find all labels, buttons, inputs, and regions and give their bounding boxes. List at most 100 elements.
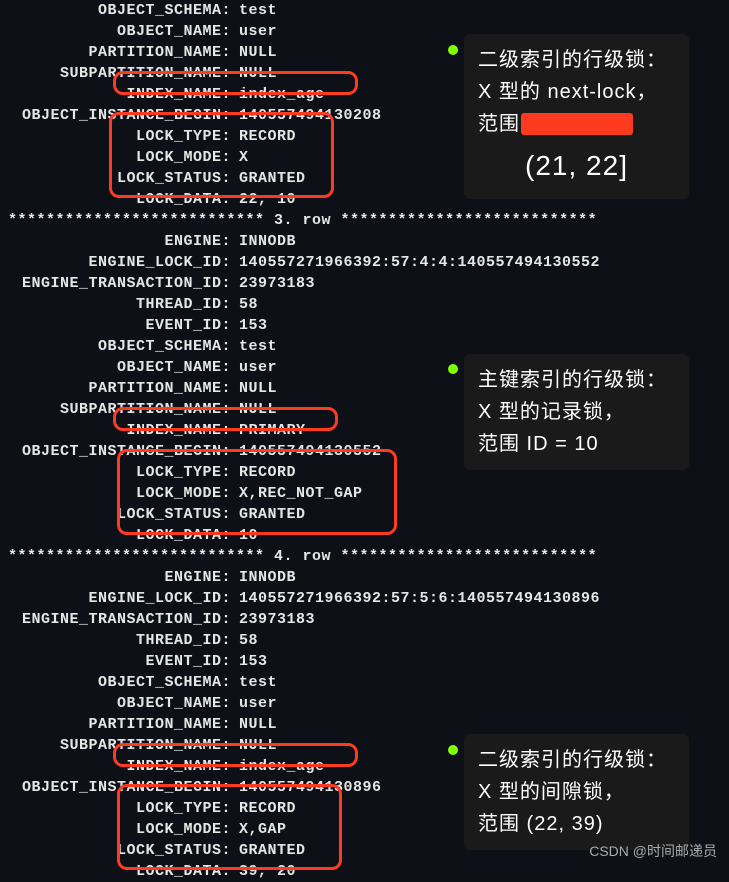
label: LOCK_STATUS: xyxy=(0,504,235,525)
value: X,GAP xyxy=(235,819,287,840)
label: OBJECT_SCHEMA: xyxy=(0,0,235,21)
label: INDEX_NAME: xyxy=(0,84,235,105)
redaction-block-icon xyxy=(521,113,633,135)
row-thread-id: THREAD_ID:58 xyxy=(0,294,729,315)
label: INDEX_NAME: xyxy=(0,420,235,441)
label: OBJECT_INSTANCE_BEGIN: xyxy=(0,441,235,462)
label: ENGINE_LOCK_ID: xyxy=(0,588,235,609)
value: 23973183 xyxy=(235,273,315,294)
row-event-id: EVENT_ID:153 xyxy=(0,651,729,672)
value: 39, 20 xyxy=(235,861,296,882)
label: OBJECT_NAME: xyxy=(0,693,235,714)
value: NULL xyxy=(235,63,277,84)
label: ENGINE_TRANSACTION_ID: xyxy=(0,273,235,294)
label: LOCK_TYPE: xyxy=(0,798,235,819)
value: 140557494130208 xyxy=(235,105,382,126)
value: 140557271966392:57:5:6:140557494130896 xyxy=(235,588,600,609)
note-line: 范围 (22, 39) xyxy=(478,808,675,840)
value: test xyxy=(235,672,277,693)
value: NULL xyxy=(235,714,277,735)
watermark: CSDN @时间邮递员 xyxy=(589,841,717,861)
label: PARTITION_NAME: xyxy=(0,714,235,735)
bullet-dot-icon xyxy=(448,364,458,374)
label: LOCK_MODE: xyxy=(0,483,235,504)
value: PRIMARY xyxy=(235,420,306,441)
value: INNODB xyxy=(235,231,296,252)
label: ENGINE_TRANSACTION_ID: xyxy=(0,609,235,630)
value: GRANTED xyxy=(235,504,306,525)
note-line: X 型的 next-lock， xyxy=(478,76,675,108)
row-object-schema: OBJECT_SCHEMA:test xyxy=(0,0,729,21)
row-lock-status: LOCK_STATUS:GRANTED xyxy=(0,504,729,525)
value: 153 xyxy=(235,651,268,672)
value: X xyxy=(235,147,249,168)
value: RECORD xyxy=(235,126,296,147)
label: LOCK_DATA: xyxy=(0,189,235,210)
label: ENGINE_LOCK_ID: xyxy=(0,252,235,273)
value: index_age xyxy=(235,84,325,105)
label: LOCK_STATUS: xyxy=(0,168,235,189)
label: LOCK_MODE: xyxy=(0,819,235,840)
value: test xyxy=(235,336,277,357)
label: LOCK_TYPE: xyxy=(0,126,235,147)
label: PARTITION_NAME: xyxy=(0,42,235,63)
value: 140557494130896 xyxy=(235,777,382,798)
value: test xyxy=(235,0,277,21)
row-partition-name: PARTITION_NAME:NULL xyxy=(0,714,729,735)
label: SUBPARTITION_NAME: xyxy=(0,735,235,756)
label: OBJECT_SCHEMA: xyxy=(0,672,235,693)
value: RECORD xyxy=(235,462,296,483)
label: LOCK_DATA: xyxy=(0,861,235,882)
row-lock-data: LOCK_DATA:39, 20 xyxy=(0,861,729,882)
value: 23973183 xyxy=(235,609,315,630)
value: X,REC_NOT_GAP xyxy=(235,483,363,504)
bullet-dot-icon xyxy=(448,745,458,755)
label: THREAD_ID: xyxy=(0,630,235,651)
value: GRANTED xyxy=(235,168,306,189)
label: EVENT_ID: xyxy=(0,315,235,336)
value: user xyxy=(235,21,277,42)
value: INNODB xyxy=(235,567,296,588)
label: ENGINE: xyxy=(0,231,235,252)
label: OBJECT_SCHEMA: xyxy=(0,336,235,357)
label: THREAD_ID: xyxy=(0,294,235,315)
annotation-note-2: 主键索引的行级锁： X 型的记录锁， 范围 ID = 10 xyxy=(464,354,689,470)
label: INDEX_NAME: xyxy=(0,756,235,777)
label: LOCK_MODE: xyxy=(0,147,235,168)
value: 153 xyxy=(235,315,268,336)
separator-row-3: *************************** 3. row *****… xyxy=(0,210,729,231)
label: OBJECT_INSTANCE_BEGIN: xyxy=(0,105,235,126)
row-engine-lock-id: ENGINE_LOCK_ID:140557271966392:57:4:4:14… xyxy=(0,252,729,273)
value: 58 xyxy=(235,294,258,315)
note-line: 二级索引的行级锁： xyxy=(478,744,675,776)
label: PARTITION_NAME: xyxy=(0,378,235,399)
separator-row-4: *************************** 4. row *****… xyxy=(0,546,729,567)
value: GRANTED xyxy=(235,840,306,861)
row-engine-transaction-id: ENGINE_TRANSACTION_ID:23973183 xyxy=(0,609,729,630)
row-engine-transaction-id: ENGINE_TRANSACTION_ID:23973183 xyxy=(0,273,729,294)
note-range: (21, 22] xyxy=(478,144,675,189)
label: LOCK_TYPE: xyxy=(0,462,235,483)
label: ENGINE: xyxy=(0,567,235,588)
row-object-name: OBJECT_NAME:user xyxy=(0,693,729,714)
value: 140557271966392:57:4:4:140557494130552 xyxy=(235,252,600,273)
label: OBJECT_INSTANCE_BEGIN: xyxy=(0,777,235,798)
row-thread-id: THREAD_ID:58 xyxy=(0,630,729,651)
value: index_age xyxy=(235,756,325,777)
label: OBJECT_NAME: xyxy=(0,357,235,378)
row-event-id: EVENT_ID:153 xyxy=(0,315,729,336)
note-line: 主键索引的行级锁： xyxy=(478,364,675,396)
note-line: 范围 ID = 10 xyxy=(478,428,675,460)
value: RECORD xyxy=(235,798,296,819)
label: LOCK_STATUS: xyxy=(0,840,235,861)
annotation-note-3: 二级索引的行级锁： X 型的间隙锁， 范围 (22, 39) xyxy=(464,734,689,850)
row-engine: ENGINE:INNODB xyxy=(0,567,729,588)
label: LOCK_DATA: xyxy=(0,525,235,546)
label: OBJECT_NAME: xyxy=(0,21,235,42)
value: 58 xyxy=(235,630,258,651)
row-engine: ENGINE:INNODB xyxy=(0,231,729,252)
note-line: 二级索引的行级锁： xyxy=(478,44,675,76)
label: SUBPARTITION_NAME: xyxy=(0,63,235,84)
row-lock-data: LOCK_DATA:10 xyxy=(0,525,729,546)
note-line: X 型的间隙锁， xyxy=(478,776,675,808)
